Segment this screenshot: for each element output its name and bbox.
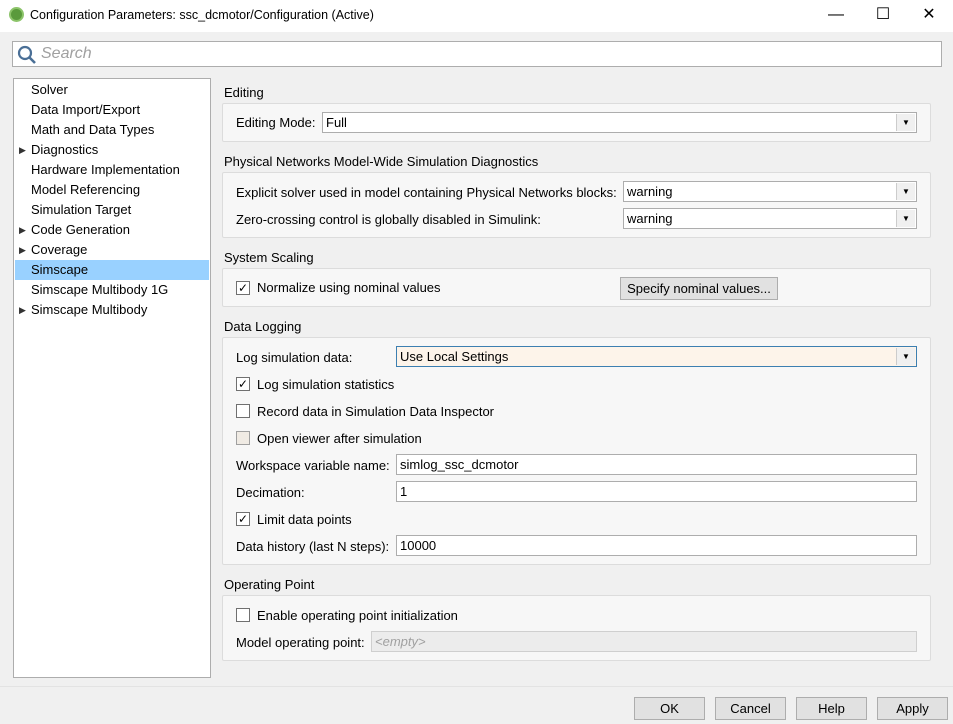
cancel-button[interactable]: Cancel <box>715 697 786 720</box>
chevron-down-icon: ▼ <box>896 348 915 365</box>
data-history-field[interactable]: 10000 <box>396 535 917 556</box>
tree-item-label: Hardware Implementation <box>31 162 180 177</box>
ok-button[interactable]: OK <box>634 697 705 720</box>
category-tree[interactable]: Solver Data Import/Export Math and Data Ty… <box>13 78 211 678</box>
open-viewer-checkbox[interactable] <box>236 431 250 445</box>
editing-heading: Editing <box>224 85 264 100</box>
scaling-heading: System Scaling <box>224 250 314 265</box>
tree-item[interactable]: ▶ Coverage <box>15 240 209 260</box>
chevron-down-icon: ▼ <box>896 183 915 200</box>
tree-item[interactable]: Data Import/Export <box>15 100 209 120</box>
tree-item[interactable]: Solver <box>15 80 209 100</box>
enable-operating-point-checkbox[interactable] <box>236 608 250 622</box>
editing-mode-label: Editing Mode: <box>236 115 316 130</box>
limit-data-points-checkbox[interactable]: ✓ <box>236 512 250 526</box>
expand-arrow-icon[interactable]: ▶ <box>19 140 26 160</box>
tree-item-label: Data Import/Export <box>31 102 141 117</box>
normalize-checkbox[interactable]: ✓ <box>236 281 250 295</box>
tree-item[interactable]: ▶ Simscape Multibody <box>15 300 209 320</box>
decimation-field[interactable]: 1 <box>396 481 917 502</box>
tree-item-label: Simscape Multibody 1G <box>31 282 169 297</box>
enable-operating-point-label: Enable operating point initialization <box>257 608 458 623</box>
logging-heading: Data Logging <box>224 319 302 334</box>
scaling-group: ✓ Normalize using nominal values Specify… <box>222 268 931 307</box>
workspace-variable-label: Workspace variable name: <box>236 458 390 473</box>
minimize-button[interactable]: — <box>813 0 859 32</box>
zero-crossing-value: warning <box>627 211 673 226</box>
editing-mode-dropdown[interactable]: Full ▼ <box>322 112 917 133</box>
tree-item-label: Model Referencing <box>31 182 141 197</box>
model-operating-point-label: Model operating point: <box>236 635 365 650</box>
footer-bar: OK Cancel Help Apply <box>0 686 953 724</box>
operating-point-group: Enable operating point initialization Mo… <box>222 595 931 661</box>
expand-arrow-icon[interactable]: ▶ <box>19 300 26 320</box>
maximize-button[interactable]: ☐ <box>860 0 906 32</box>
logging-group: Log simulation data: Use Local Settings ▼… <box>222 337 931 565</box>
search-icon <box>17 45 36 64</box>
window-title: Configuration Parameters: ssc_dcmotor/Co… <box>30 8 374 22</box>
zero-crossing-dropdown[interactable]: warning ▼ <box>623 208 917 229</box>
data-history-label: Data history (last N steps): <box>236 539 390 554</box>
tree-item-label: Simulation Target <box>31 202 132 217</box>
explicit-solver-value: warning <box>627 184 673 199</box>
log-statistics-checkbox[interactable]: ✓ <box>236 377 250 391</box>
chevron-down-icon: ▼ <box>896 210 915 227</box>
tree-item[interactable]: ▶ Code Generation <box>15 220 209 240</box>
tree-item-label: Coverage <box>31 242 88 257</box>
editing-mode-value: Full <box>326 115 347 130</box>
log-simulation-data-value: Use Local Settings <box>400 349 509 364</box>
editing-group: Editing Mode: Full ▼ <box>222 103 931 142</box>
expand-arrow-icon[interactable]: ▶ <box>19 240 26 260</box>
specify-nominal-values-button[interactable]: Specify nominal values... <box>620 277 778 300</box>
log-simulation-data-label: Log simulation data: <box>236 350 353 365</box>
search-input[interactable] <box>39 44 919 64</box>
app-gear-icon <box>9 7 24 22</box>
tree-item[interactable]: Simscape Multibody 1G <box>15 280 209 300</box>
record-sdi-checkbox[interactable] <box>236 404 250 418</box>
help-button[interactable]: Help <box>796 697 867 720</box>
tree-item-label: Solver <box>31 82 68 97</box>
tree-item[interactable]: Simscape <box>15 260 209 280</box>
tree-item[interactable]: ▶ Diagnostics <box>15 140 209 160</box>
tree-item-label: Simscape <box>31 262 89 277</box>
apply-button[interactable]: Apply <box>877 697 948 720</box>
operating-point-heading: Operating Point <box>224 577 315 592</box>
tree-item-label: Math and Data Types <box>31 122 155 137</box>
tree-item[interactable]: Hardware Implementation <box>15 160 209 180</box>
log-simulation-data-dropdown[interactable]: Use Local Settings ▼ <box>396 346 917 367</box>
tree-item[interactable]: Math and Data Types <box>15 120 209 140</box>
limit-data-points-label: Limit data points <box>257 512 352 527</box>
chevron-down-icon: ▼ <box>896 114 915 131</box>
tree-item-label: Code Generation <box>31 222 131 237</box>
explicit-solver-dropdown[interactable]: warning ▼ <box>623 181 917 202</box>
record-sdi-label: Record data in Simulation Data Inspector <box>257 404 495 419</box>
tree-item[interactable]: Model Referencing <box>15 180 209 200</box>
tree-item-label: Diagnostics <box>31 142 99 157</box>
tree-item-label: Simscape Multibody <box>31 302 148 317</box>
expand-arrow-icon[interactable]: ▶ <box>19 220 26 240</box>
open-viewer-label: Open viewer after simulation <box>257 431 422 446</box>
zero-crossing-label: Zero-crossing control is globally disabl… <box>236 212 541 227</box>
close-button[interactable]: ✕ <box>906 0 952 32</box>
workspace-variable-field[interactable]: simlog_ssc_dcmotor <box>396 454 917 475</box>
title-bar: Configuration Parameters: ssc_dcmotor/Co… <box>0 0 953 32</box>
explicit-solver-label: Explicit solver used in model containing… <box>236 185 617 200</box>
diagnostics-group: Explicit solver used in model containing… <box>222 172 931 238</box>
log-statistics-label: Log simulation statistics <box>257 377 395 392</box>
search-box[interactable] <box>12 41 942 67</box>
normalize-label: Normalize using nominal values <box>257 280 441 295</box>
model-operating-point-field: <empty> <box>371 631 917 652</box>
tree-item[interactable]: Simulation Target <box>15 200 209 220</box>
decimation-label: Decimation: <box>236 485 305 500</box>
diagnostics-heading: Physical Networks Model-Wide Simulation … <box>224 154 539 169</box>
